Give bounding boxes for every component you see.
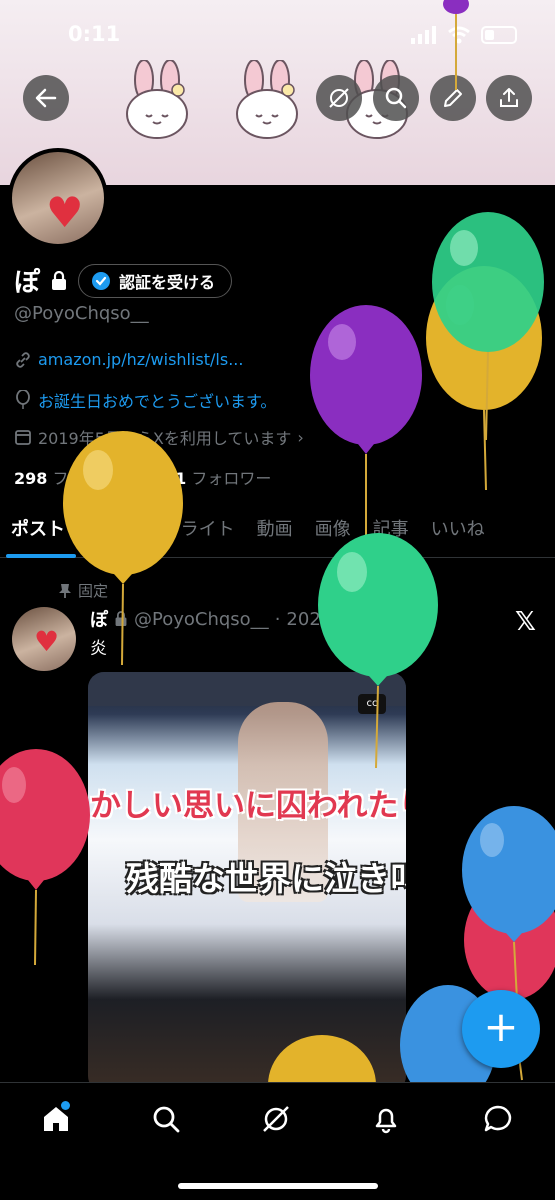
- messages-icon: [484, 1105, 512, 1132]
- nav-grok[interactable]: [256, 1099, 296, 1139]
- balloon-purple: [310, 305, 422, 560]
- balloon-yellow-left: [63, 431, 183, 666]
- balloon-green-center: [318, 533, 438, 769]
- balloon-red-left: [0, 749, 90, 966]
- compose-post-button[interactable]: +: [462, 990, 540, 1068]
- grok-icon: [263, 1106, 289, 1132]
- nav-home[interactable]: [36, 1099, 76, 1139]
- search-icon: [153, 1106, 180, 1133]
- bottom-navigation: [0, 1082, 555, 1200]
- nav-search[interactable]: [146, 1099, 186, 1139]
- nav-messages[interactable]: [478, 1099, 518, 1139]
- notification-dot: [61, 1101, 70, 1110]
- bell-icon: [375, 1108, 397, 1134]
- balloon-purple-small: [443, 0, 469, 90]
- nav-notifications[interactable]: [366, 1099, 406, 1139]
- home-indicator[interactable]: [178, 1183, 378, 1189]
